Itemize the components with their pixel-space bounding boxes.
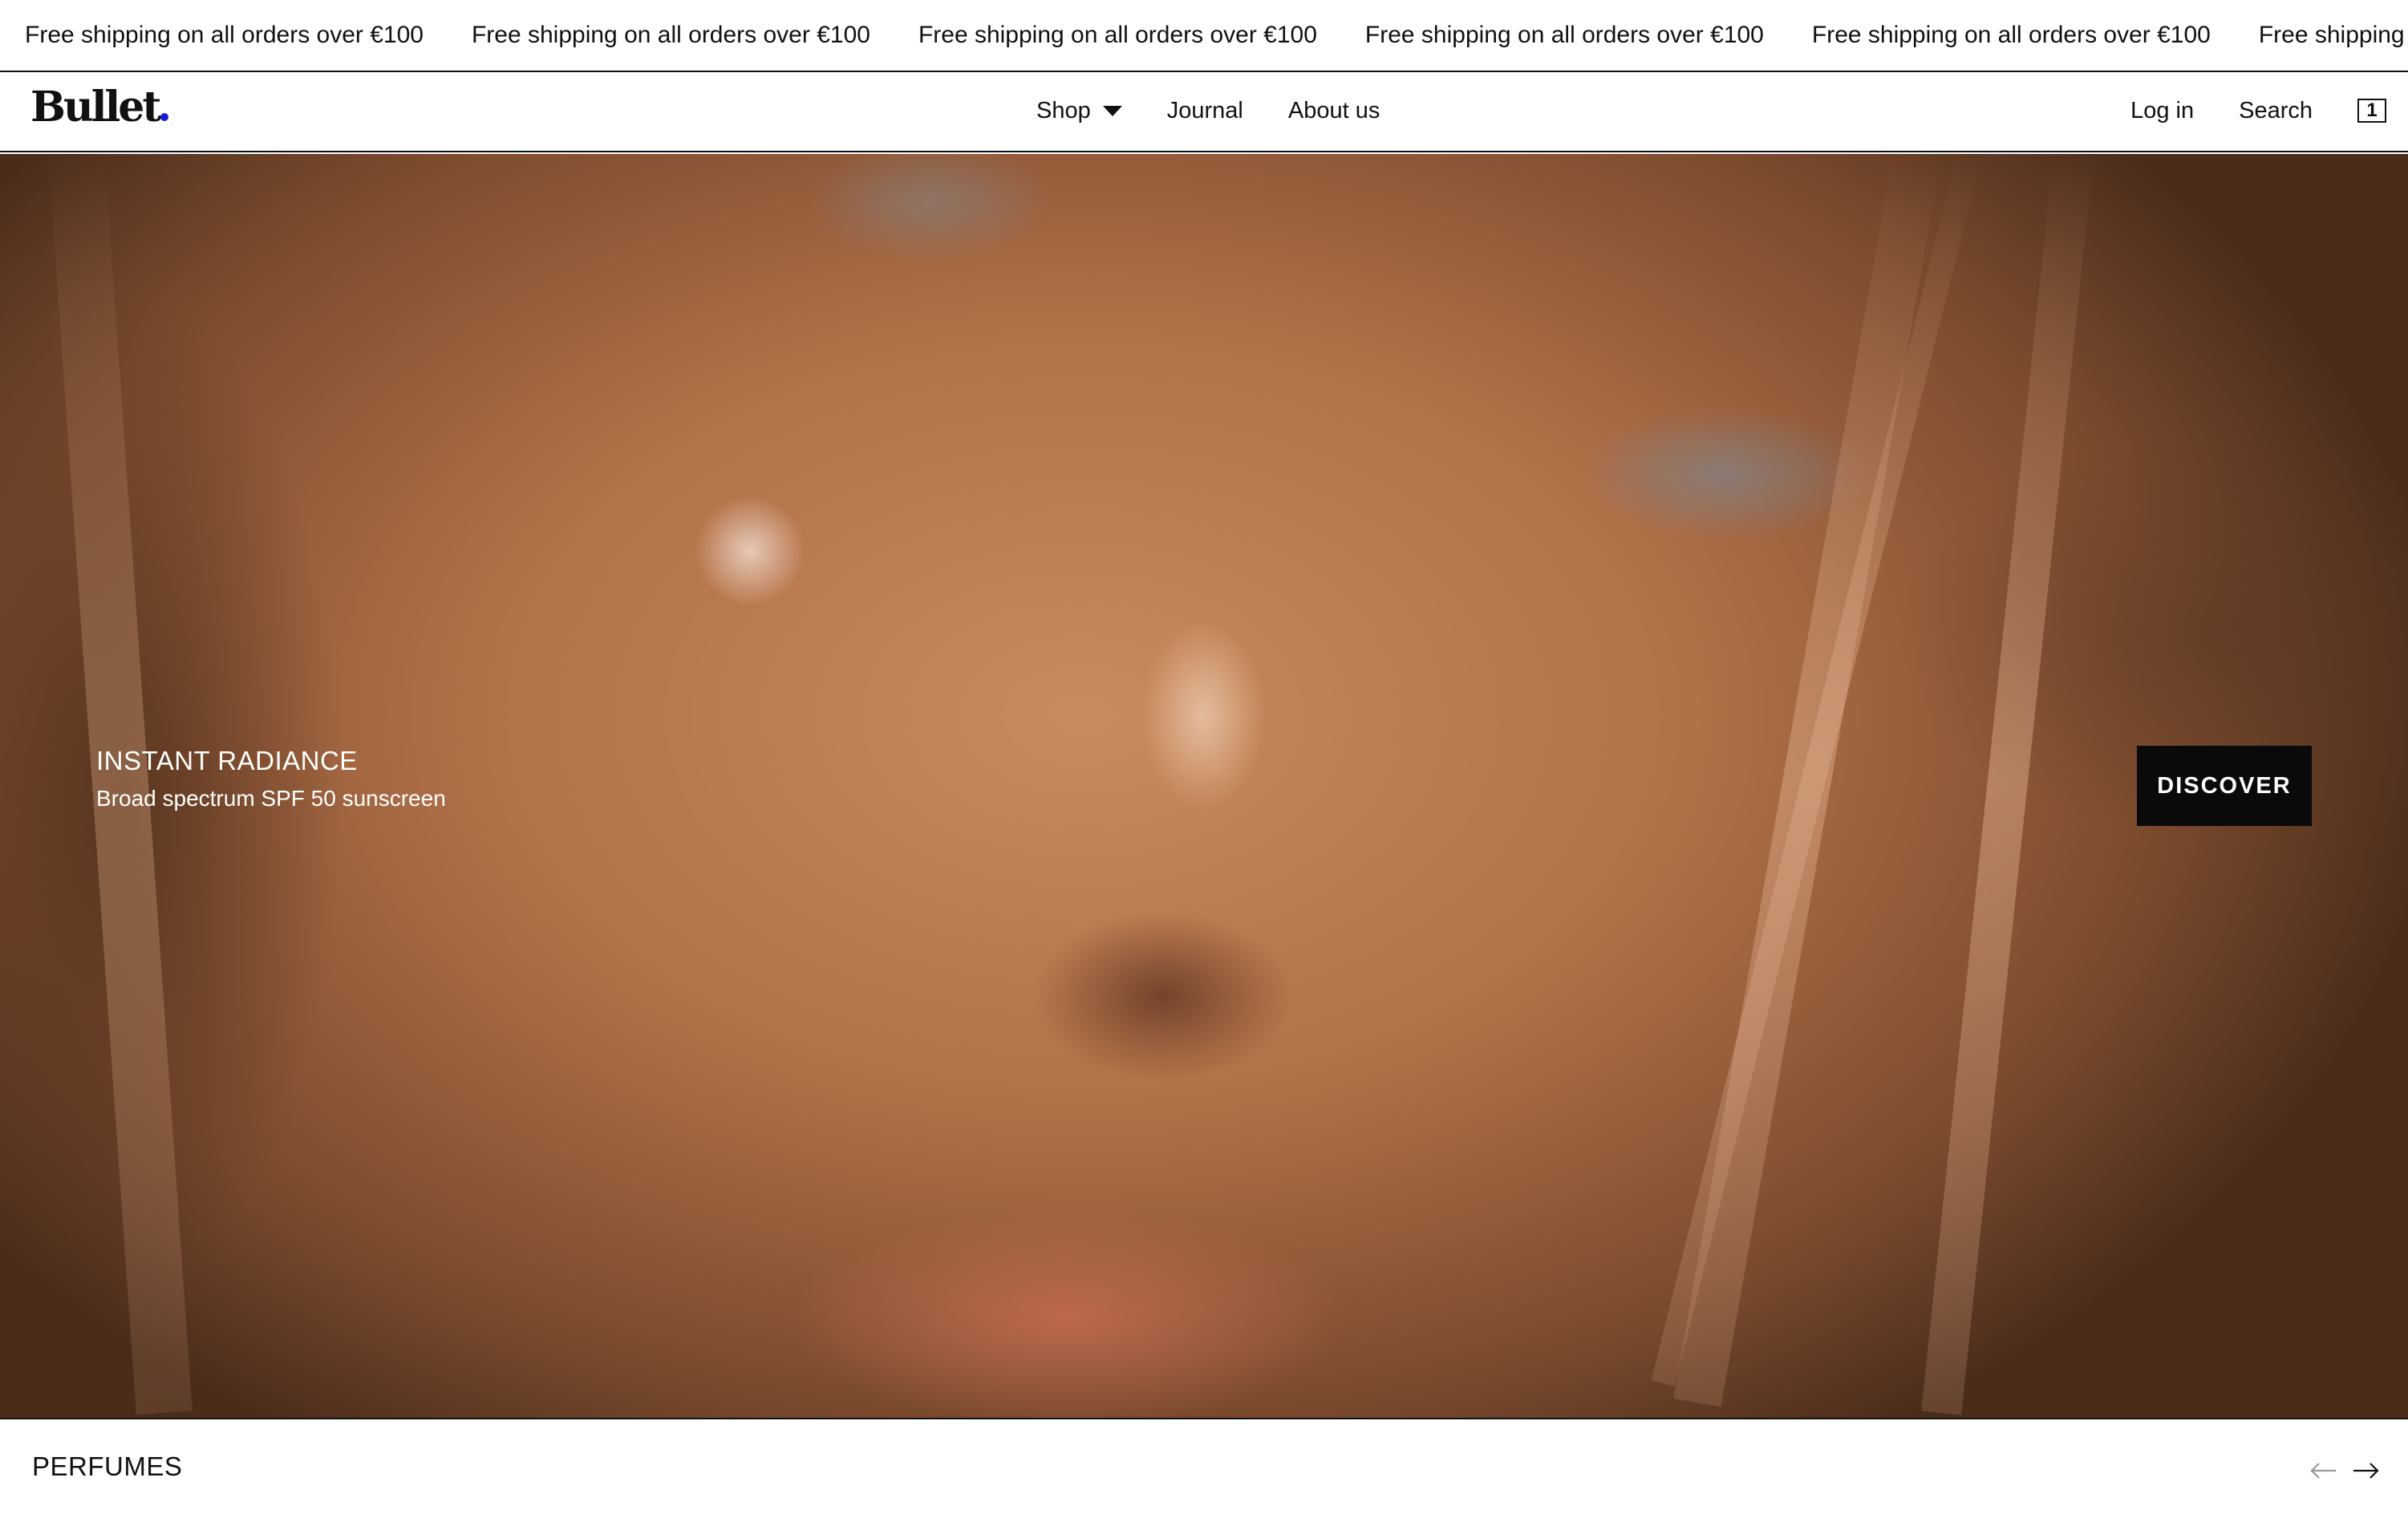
collection-header: PERFUMES xyxy=(0,1418,2408,1518)
announcement-text: Free shipping on all orders over €100 xyxy=(918,22,1317,48)
login-link[interactable]: Log in xyxy=(2130,98,2194,124)
cart-icon[interactable]: 1 xyxy=(2357,99,2386,123)
nav-journal[interactable]: Journal xyxy=(1167,98,1243,124)
announcement-text: Free shipping on all orders over €100 xyxy=(1811,22,2211,48)
hero-hair-strand xyxy=(1651,154,1981,1386)
logo-wordmark: Bullet xyxy=(30,83,161,132)
discover-button[interactable]: DISCOVER xyxy=(2137,746,2312,826)
announcement-text: Free shipping on all orders over €100 xyxy=(1364,22,1764,48)
hero-banner[interactable]: INSTANT RADIANCE Broad spectrum SPF 50 s… xyxy=(0,154,2408,1418)
announcement-text: Free shipping on all orders over €100 xyxy=(25,22,424,48)
arrow-right-icon[interactable] xyxy=(2347,1455,2386,1487)
announcement-text: Free shipping on all orders over €100 xyxy=(2258,22,2408,48)
cart-count: 1 xyxy=(2366,99,2378,121)
arrow-left-icon[interactable] xyxy=(2304,1455,2342,1487)
logo-dot xyxy=(160,113,169,121)
site-header: Bullet Shop Journal About us Log in Sear… xyxy=(0,72,2408,152)
nav-shop[interactable]: Shop xyxy=(1036,98,1122,124)
nav-about[interactable]: About us xyxy=(1288,98,1380,124)
hero-subtitle: Broad spectrum SPF 50 sunscreen xyxy=(96,786,446,811)
collection-title: PERFUMES xyxy=(32,1451,183,1481)
main-nav: Shop Journal About us xyxy=(1036,72,1425,149)
hero-hair-strand xyxy=(1921,154,2094,1415)
announcement-bar: Free shipping on all orders over €100 Fr… xyxy=(0,0,2408,72)
brand-logo[interactable]: Bullet xyxy=(30,87,169,128)
announcement-track: Free shipping on all orders over €100 Fr… xyxy=(0,22,2408,49)
hero-copy: INSTANT RADIANCE Broad spectrum SPF 50 s… xyxy=(96,746,446,812)
carousel-controls xyxy=(2299,1455,2386,1487)
search-link[interactable]: Search xyxy=(2239,98,2313,124)
chevron-down-icon xyxy=(1102,105,1122,116)
announcement-text: Free shipping on all orders over €100 xyxy=(471,22,870,48)
nav-shop-label: Shop xyxy=(1036,97,1091,123)
account-nav: Log in Search 1 xyxy=(2086,72,2386,149)
hero-title: INSTANT RADIANCE xyxy=(96,746,358,775)
